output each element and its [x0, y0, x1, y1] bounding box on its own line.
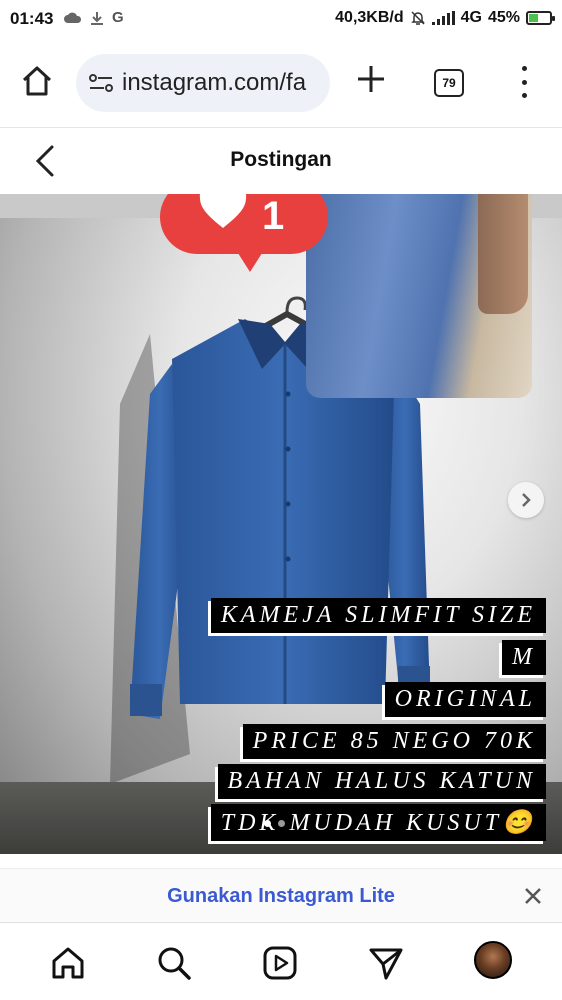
url-text: instagram.com/fa: [122, 69, 307, 96]
net-speed: 40,3KB/d: [335, 9, 404, 26]
inset-photo-arm: [478, 194, 528, 314]
instagram-lite-banner[interactable]: Gunakan Instagram Lite: [0, 868, 562, 922]
caption-line: ORIGINAL: [384, 682, 546, 717]
search-icon: [158, 947, 191, 980]
close-icon[interactable]: [522, 885, 544, 907]
browser-menu-button[interactable]: [518, 66, 530, 98]
home-button[interactable]: [20, 64, 54, 98]
home-icon: [52, 947, 84, 979]
carousel-dot: [264, 820, 271, 827]
caption-text: M: [502, 640, 546, 675]
status-right: 40,3KB/d 4G 45%: [335, 9, 555, 27]
new-tab-button[interactable]: [354, 62, 388, 96]
nav-reels[interactable]: [260, 943, 300, 983]
browser-toolbar: instagram.com/fa 79: [0, 40, 562, 128]
caption-text: KAMEJA SLIMFIT SIZE: [210, 598, 546, 633]
page-header: Postingan: [0, 128, 562, 194]
carousel-dots: [264, 820, 285, 827]
caption-line: BAHAN HALUS KATUN: [217, 764, 546, 799]
bottom-navigation: [0, 922, 562, 1000]
reels-icon: [263, 946, 297, 980]
caption-text: PRICE 85 NEGO 70K: [242, 724, 546, 759]
heart-icon: [199, 194, 247, 228]
nav-direct[interactable]: [366, 943, 406, 983]
nav-home[interactable]: [48, 943, 88, 983]
caption-line: KAMEJA SLIMFIT SIZE: [210, 598, 546, 633]
status-left-icons: G: [64, 9, 124, 26]
lite-banner-text[interactable]: Gunakan Instagram Lite: [0, 885, 562, 908]
site-settings-icon[interactable]: [88, 71, 114, 95]
battery-percent: 45%: [487, 9, 520, 26]
like-count: 1: [262, 194, 285, 238]
caption-line: PRICE 85 NEGO 70K: [242, 724, 546, 759]
post-image[interactable]: 1 KAMEJA SLIMFIT SIZE M ORIGINAL PRICE 8…: [0, 194, 562, 854]
caption-text: BAHAN HALUS KATUN: [217, 764, 546, 799]
tab-count: 79: [442, 76, 456, 90]
battery-icon: [526, 11, 555, 25]
chevron-right-icon: [522, 493, 531, 507]
caption-line: M: [502, 640, 546, 675]
caption-text: ORIGINAL: [384, 682, 546, 717]
caption-line: TDK MUDAH KUSUT😊: [210, 804, 546, 841]
like-notification-tail: [236, 250, 264, 272]
mute-bell-icon: [410, 11, 425, 25]
address-bar[interactable]: instagram.com/fa: [76, 54, 330, 112]
status-bar: 01:43 G 40,3KB/d 4G 45%: [0, 0, 562, 40]
signal-icon: [431, 11, 455, 25]
page-title: Postingan: [230, 148, 332, 171]
carousel-dot: [278, 820, 285, 827]
download-icon: [91, 11, 103, 25]
network-type: 4G: [460, 9, 482, 26]
tab-switcher-button[interactable]: 79: [434, 69, 464, 97]
caption-text: TDK MUDAH KUSUT😊: [210, 804, 546, 841]
carousel-next-button[interactable]: [508, 482, 544, 518]
nav-search[interactable]: [154, 943, 194, 983]
status-time: 01:43: [10, 9, 54, 28]
profile-avatar[interactable]: [474, 941, 512, 979]
google-icon: G: [112, 9, 124, 26]
direct-message-icon: [369, 948, 403, 980]
cloud-icon: [64, 12, 82, 23]
